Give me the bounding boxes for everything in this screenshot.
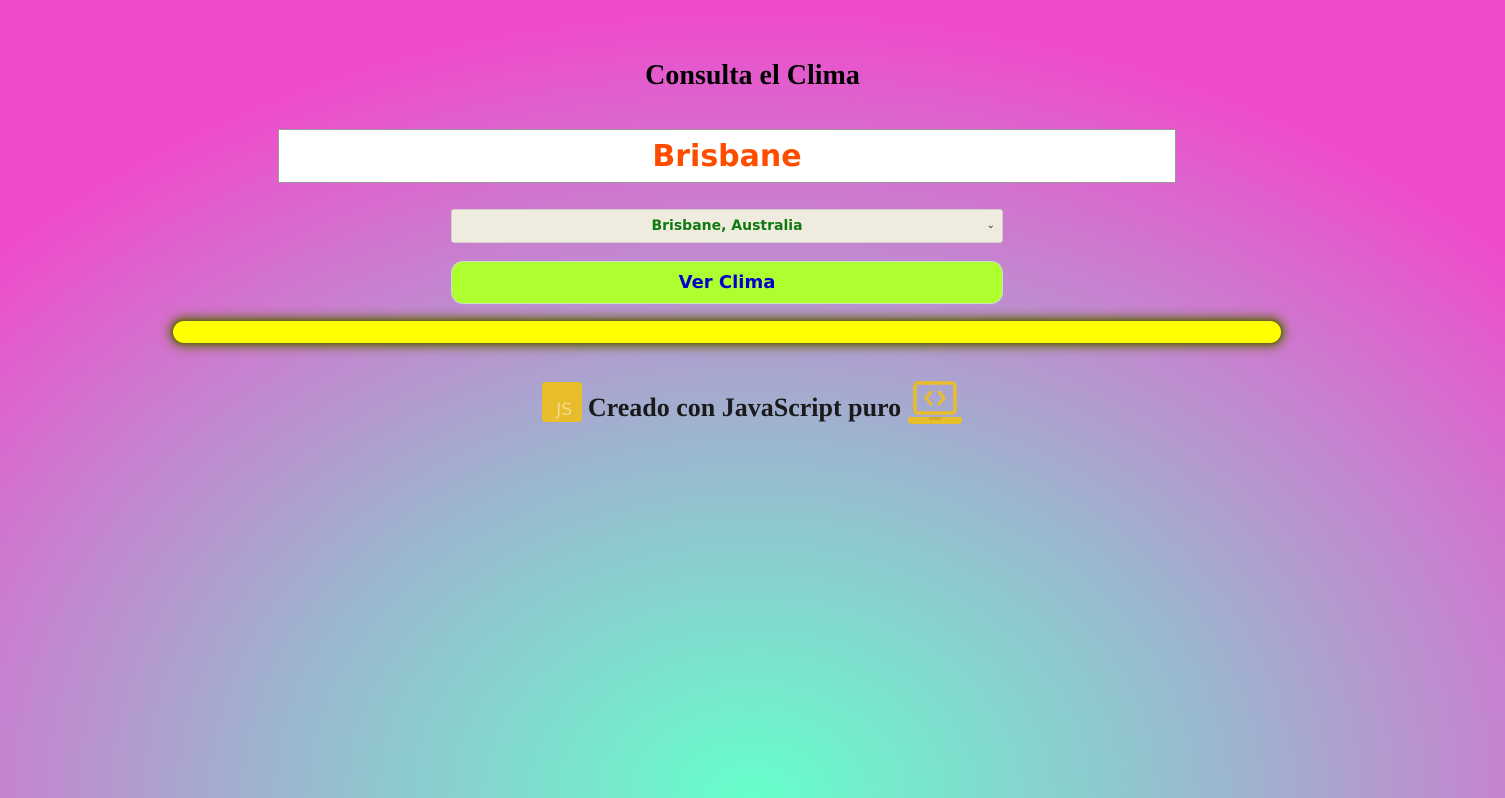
city-search-input[interactable] xyxy=(278,129,1176,183)
chevron-down-icon: ⌄ xyxy=(986,220,995,231)
javascript-icon: JS xyxy=(541,382,582,422)
footer: JS Creado con JavaScript puro xyxy=(0,381,1505,432)
footer-text: Creado con JavaScript puro xyxy=(587,393,902,422)
ver-clima-button[interactable]: Ver Clima xyxy=(451,261,1003,304)
laptop-code-icon xyxy=(908,381,963,424)
city-select-value: Brisbane, Australia xyxy=(651,218,803,234)
svg-text:JS: JS xyxy=(555,400,572,420)
city-select[interactable]: Brisbane, Australia ⌄ xyxy=(451,209,1003,243)
weather-result-bar xyxy=(173,321,1281,343)
page-title: Consulta el Clima xyxy=(645,60,860,91)
